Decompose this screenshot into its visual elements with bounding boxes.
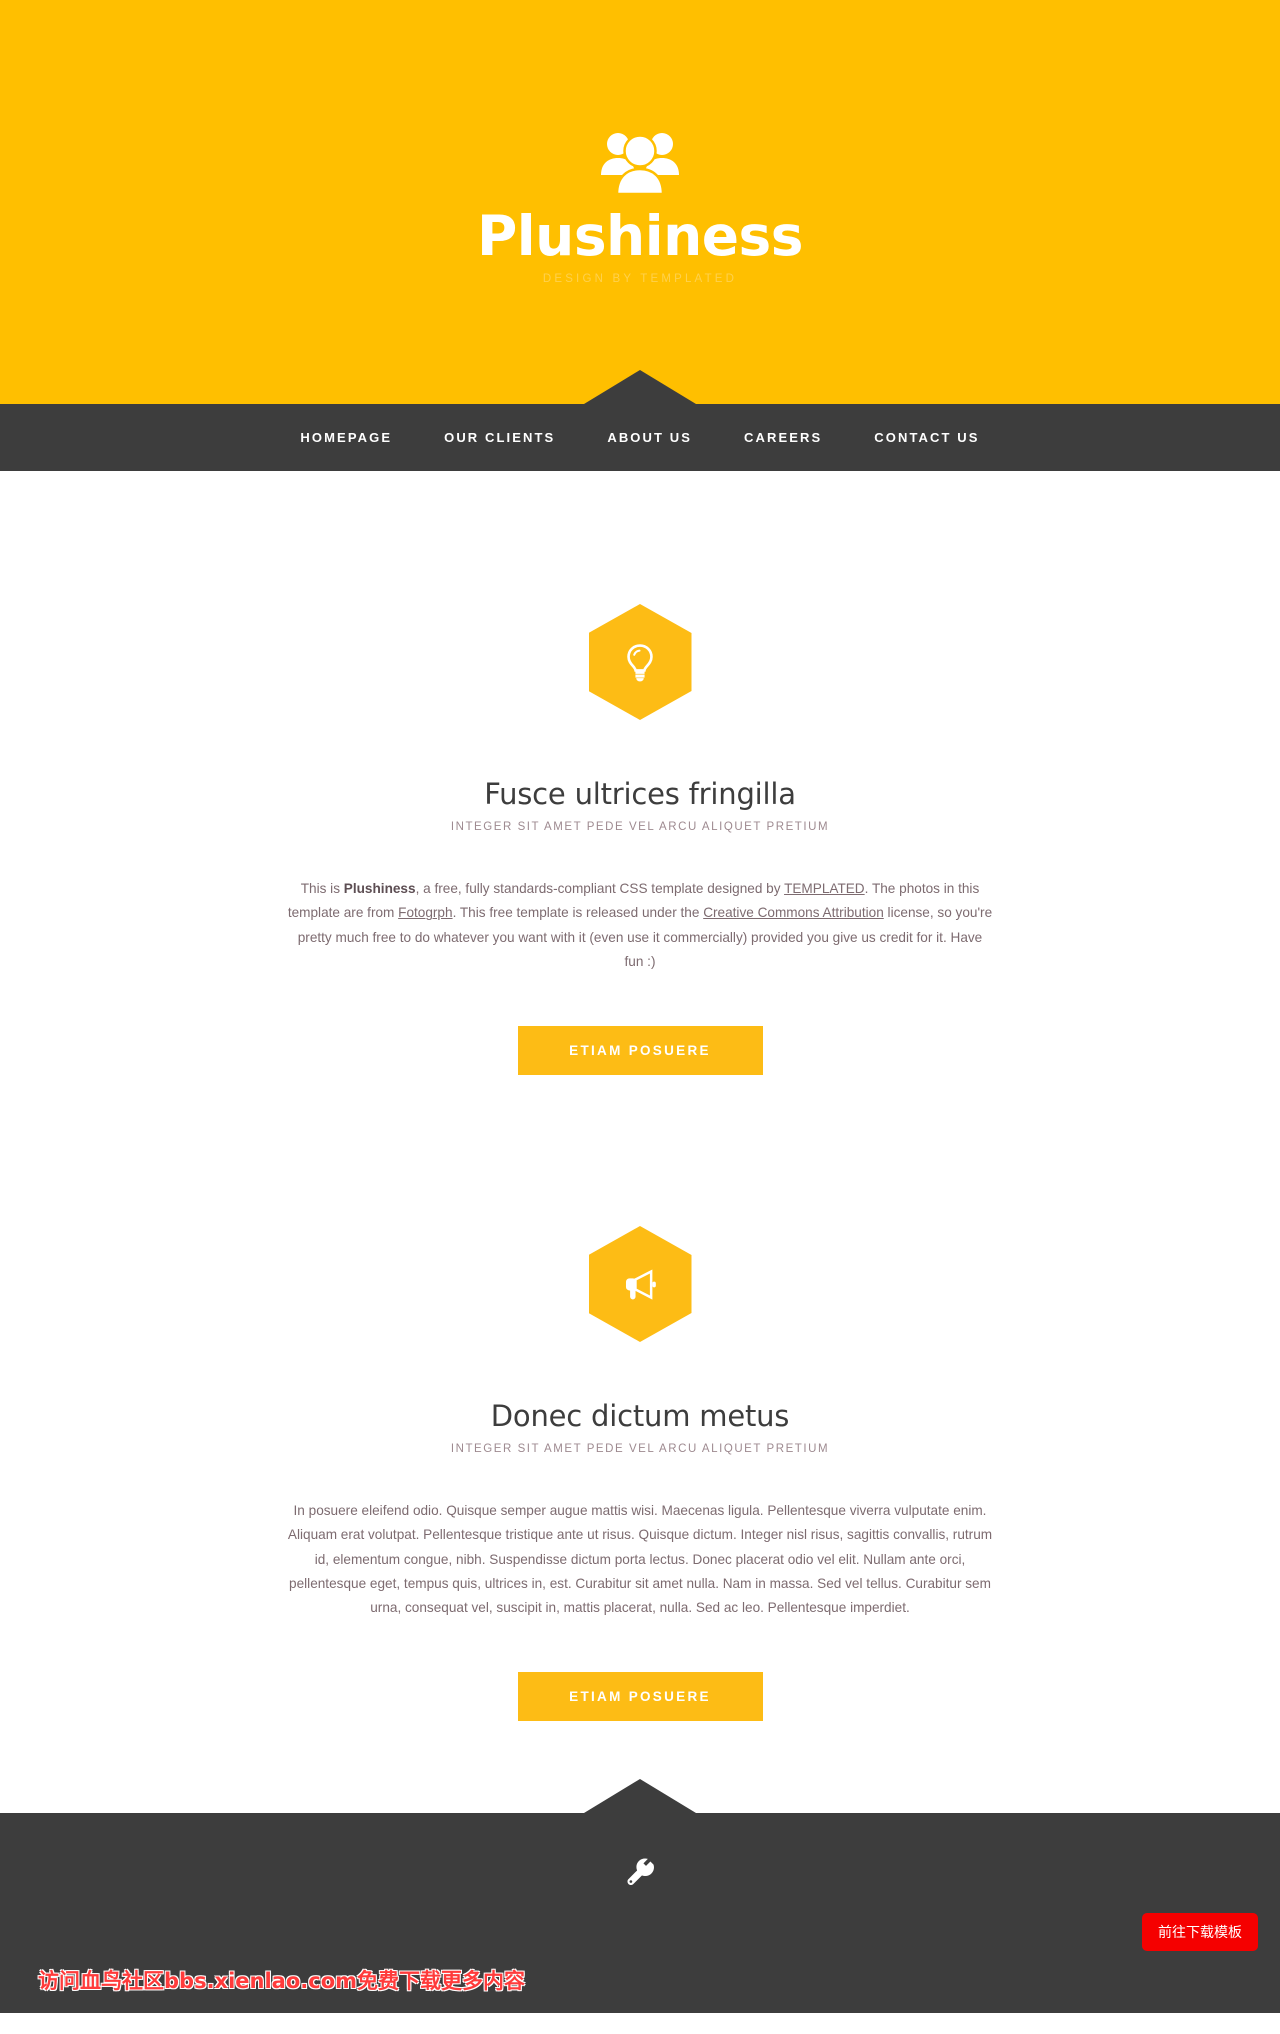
- main-content: Fusce ultrices fringilla INTEGER SIT AME…: [0, 471, 1280, 1814]
- site-header: Plushiness DESIGN BY TEMPLATED: [0, 0, 1280, 404]
- nav-chevron-notch: [584, 370, 696, 404]
- site-tagline: DESIGN BY TEMPLATED: [542, 272, 738, 285]
- main-navigation: HOMEPAGE OUR CLIENTS ABOUT US CAREERS CO…: [0, 404, 1280, 471]
- link-fotogrph[interactable]: Fotogrph: [398, 905, 452, 920]
- nav-item-contact-us[interactable]: CONTACT US: [874, 430, 979, 445]
- site-footer: 前往下载模板 访问血鸟社区bbs.xienlao.com免费下载更多内容: [0, 1779, 1280, 2014]
- section-subtitle: INTEGER SIT AMET PEDE VEL ARCU ALIQUET P…: [450, 1443, 830, 1456]
- watermark-text: 访问血鸟社区bbs.xienlao.com免费下载更多内容: [38, 1969, 526, 1994]
- feature-section-2: Donec dictum metus INTEGER SIT AMET PEDE…: [0, 1226, 1280, 1722]
- megaphone-icon: [588, 1226, 692, 1342]
- body-strong-plushiness: Plushiness: [343, 881, 416, 897]
- nav-item-homepage[interactable]: HOMEPAGE: [300, 430, 392, 445]
- feature-section-1: Fusce ultrices fringilla INTEGER SIT AME…: [0, 604, 1280, 1075]
- body-text-part-4: . This free template is released under t…: [452, 905, 704, 921]
- section-body-text: In posuere eleifend odio. Quisque semper…: [287, 1503, 993, 1615]
- nav-item-about-us[interactable]: ABOUT US: [607, 430, 692, 445]
- section-subtitle: INTEGER SIT AMET PEDE VEL ARCU ALIQUET P…: [450, 821, 830, 834]
- link-templated[interactable]: TEMPLATED: [784, 881, 865, 896]
- link-creative-commons-attribution[interactable]: Creative Commons Attribution: [703, 905, 884, 920]
- etiam-posuere-button-2[interactable]: ETIAM POSUERE: [517, 1672, 763, 1722]
- etiam-posuere-button-1[interactable]: ETIAM POSUERE: [517, 1026, 763, 1075]
- users-group-icon: [597, 128, 683, 196]
- wrench-icon: [0, 1857, 1280, 1889]
- section-body-text: This is Plushiness, a free, fully standa…: [288, 877, 993, 974]
- site-title: Plushiness: [477, 204, 804, 268]
- main-navigation-bar: HOMEPAGE OUR CLIENTS ABOUT US CAREERS CO…: [0, 370, 1280, 471]
- footer-chevron-notch: [584, 1779, 696, 1814]
- nav-item-careers[interactable]: CAREERS: [744, 430, 822, 445]
- nav-item-our-clients[interactable]: OUR CLIENTS: [444, 430, 555, 445]
- download-template-button[interactable]: 前往下载模板: [1142, 1913, 1258, 1952]
- section-title: Donec dictum metus: [490, 1399, 790, 1433]
- lightbulb-icon: [588, 604, 692, 720]
- body-text-part-1: This is: [300, 881, 344, 897]
- section-title: Fusce ultrices fringilla: [484, 777, 796, 811]
- body-text-part-2: , a free, fully standards-compliant CSS …: [415, 881, 785, 897]
